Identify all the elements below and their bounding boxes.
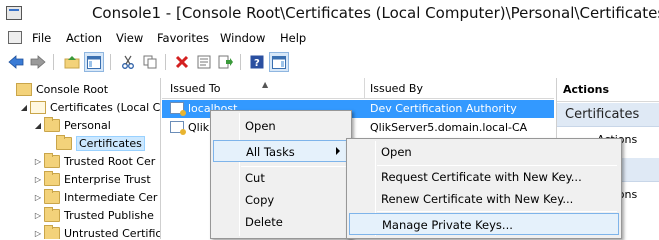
- show-hide-tree-icon[interactable]: [84, 52, 104, 72]
- expanded-arrow-icon[interactable]: ◢: [18, 103, 30, 112]
- menu-favorites[interactable]: Favorites: [157, 31, 209, 45]
- menu-file[interactable]: File: [32, 31, 51, 45]
- show-hide-action-pane-icon[interactable]: [269, 52, 289, 72]
- sort-ascending-icon: ▲: [262, 80, 269, 89]
- folder-icon: [44, 170, 60, 186]
- tree-item-console-root[interactable]: Console Root: [4, 80, 108, 98]
- certificate-icon: [170, 102, 186, 116]
- export-icon[interactable]: [216, 52, 236, 72]
- title-bar: Console1 - [Console Root\Certificates (L…: [0, 0, 659, 28]
- copy-icon[interactable]: [140, 52, 160, 72]
- tree-item-certificates-local[interactable]: ◢ Certificates (Local Co: [18, 98, 160, 116]
- context-menu: Open All Tasks Cut Copy Delete: [210, 110, 352, 239]
- all-tasks-submenu: Open Request Certificate with New Key...…: [346, 138, 622, 239]
- submenu-item-renew-certificate[interactable]: Renew Certificate with New Key...: [349, 188, 619, 210]
- actions-header: Actions: [557, 78, 659, 102]
- folder-icon: [44, 116, 60, 132]
- menu-item-copy[interactable]: Copy: [213, 189, 349, 211]
- tree-item-personal-certificates[interactable]: Certificates: [56, 134, 145, 152]
- folder-icon: [44, 152, 60, 168]
- folder-icon: [16, 82, 32, 96]
- list-header: Issued To ▲ Issued By: [162, 78, 554, 99]
- submenu-item-open[interactable]: Open: [349, 141, 619, 163]
- expanded-arrow-icon[interactable]: ◢: [32, 121, 44, 130]
- column-issued-to[interactable]: Issued To: [170, 82, 221, 95]
- collapsed-arrow-icon[interactable]: ▷: [32, 193, 44, 202]
- menu-item-open[interactable]: Open: [213, 115, 349, 137]
- tree-item-untrusted[interactable]: ▷ Untrusted Certific: [32, 224, 160, 239]
- properties-icon[interactable]: [194, 52, 214, 72]
- submenu-arrow-icon: [336, 147, 340, 155]
- menu-window[interactable]: Window: [220, 31, 265, 45]
- toolbar: ?: [0, 48, 659, 78]
- menu-item-all-tasks[interactable]: All Tasks: [213, 140, 349, 162]
- menu-action[interactable]: Action: [66, 31, 102, 45]
- console-tree: Console Root ◢ Certificates (Local Co ◢ …: [0, 78, 161, 239]
- delete-icon[interactable]: [172, 52, 192, 72]
- actions-section-certificates[interactable]: Certificates: [557, 103, 659, 127]
- forward-icon[interactable]: [28, 52, 48, 72]
- tree-item-enterprise-trust[interactable]: ▷ Enterprise Trust: [32, 170, 151, 188]
- column-issued-by[interactable]: Issued By: [370, 82, 423, 95]
- certificate-icon: [170, 121, 186, 135]
- window-title: Console1 - [Console Root\Certificates (L…: [91, 4, 659, 22]
- help-icon[interactable]: ?: [247, 52, 267, 72]
- collapsed-arrow-icon[interactable]: ▷: [32, 157, 44, 166]
- menu-view[interactable]: View: [116, 31, 143, 45]
- collapsed-arrow-icon[interactable]: ▷: [32, 211, 44, 220]
- certificates-snapin-icon: [30, 100, 46, 114]
- collapsed-arrow-icon[interactable]: ▷: [32, 175, 44, 184]
- system-menu-icon[interactable]: [8, 31, 22, 44]
- submenu-item-request-certificate[interactable]: Request Certificate with New Key...: [349, 166, 619, 188]
- tree-item-personal[interactable]: ◢ Personal: [32, 116, 111, 134]
- menu-help[interactable]: Help: [280, 31, 306, 45]
- folder-icon: [44, 206, 60, 222]
- cut-icon[interactable]: [118, 52, 138, 72]
- menu-bar: File Action View Favorites Window Help: [0, 28, 659, 48]
- collapsed-arrow-icon[interactable]: ▷: [32, 229, 44, 238]
- menu-item-delete[interactable]: Delete: [213, 211, 349, 233]
- tree-item-trusted-publishers[interactable]: ▷ Trusted Publishe: [32, 206, 154, 224]
- tree-item-intermediate[interactable]: ▷ Intermediate Cer: [32, 188, 157, 206]
- folder-icon: [44, 224, 60, 239]
- open-folder-icon: [56, 134, 72, 150]
- tree-item-trusted-root[interactable]: ▷ Trusted Root Cer: [32, 152, 155, 170]
- menu-item-cut[interactable]: Cut: [213, 167, 349, 189]
- submenu-item-manage-private-keys[interactable]: Manage Private Keys...: [349, 213, 619, 235]
- up-folder-icon[interactable]: [62, 52, 82, 72]
- folder-icon: [44, 188, 60, 204]
- svg-text:?: ?: [254, 58, 260, 69]
- back-icon[interactable]: [6, 52, 26, 72]
